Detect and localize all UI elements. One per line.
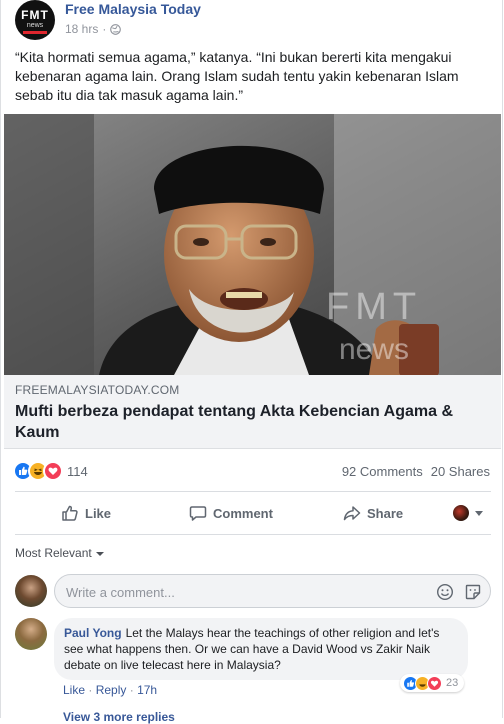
- like-label: Like: [85, 505, 112, 521]
- caret-down-icon: [95, 552, 104, 556]
- comment-meta: Like · Reply · 17h: [63, 683, 157, 697]
- comment-reply-link[interactable]: Reply: [96, 683, 127, 697]
- comment-bubble: Paul Yong Let the Malays hear the teachin…: [54, 618, 468, 692]
- comment-sort-dropdown[interactable]: Most Relevant: [15, 546, 104, 560]
- page-avatar[interactable]: FMT news: [15, 0, 55, 40]
- comment-icon: [189, 506, 207, 521]
- meta-separator: ·: [102, 22, 107, 36]
- link-preview-box[interactable]: FREEMALAYSIATODAY.COM Mufti berbeza pend…: [4, 375, 501, 449]
- chevron-down-icon: [475, 510, 483, 516]
- like-button[interactable]: Like: [61, 504, 111, 522]
- comment-button[interactable]: Comment: [189, 504, 273, 522]
- emoji-icon[interactable]: [436, 583, 454, 601]
- sort-label: Most Relevant: [15, 546, 92, 560]
- link-domain: FREEMALAYSIATODAY.COM: [15, 383, 180, 397]
- share-button[interactable]: Share: [343, 504, 403, 522]
- view-more-replies-link[interactable]: View 3 more replies: [63, 710, 175, 724]
- comment-time[interactable]: 17h: [137, 683, 157, 697]
- current-user-avatar[interactable]: [15, 575, 47, 607]
- reaction-summary[interactable]: 114: [13, 461, 88, 481]
- comment-reaction-summary[interactable]: 23: [400, 674, 465, 692]
- post-card: FMT news Free Malaysia Today 18 hrs · “K…: [0, 0, 503, 724]
- meta-separator: ·: [129, 683, 134, 697]
- link-title[interactable]: Mufti berbeza pendapat tentang Akta Kebe…: [15, 401, 485, 443]
- comment-placeholder: Write a comment...: [66, 585, 175, 600]
- logo-news: news: [26, 22, 44, 29]
- mufti-photo: FMT news: [4, 114, 501, 375]
- globe-icon[interactable]: [110, 23, 122, 35]
- profile-avatar-small: [453, 505, 469, 521]
- reaction-count: 114: [67, 463, 88, 479]
- logo-strip: [23, 31, 47, 34]
- thumbs-up-icon: [62, 505, 78, 521]
- divider-top: [15, 491, 491, 492]
- watermark-news: news: [339, 333, 409, 366]
- action-bar: Like Comment Share: [15, 496, 491, 530]
- comment-label: Comment: [213, 505, 273, 521]
- divider-bottom: [15, 534, 491, 535]
- comment-like-link[interactable]: Like: [63, 683, 85, 697]
- share-arrow-icon: [343, 506, 361, 521]
- love-reaction-icon: [427, 675, 442, 691]
- post-time[interactable]: 18 hrs: [65, 22, 98, 36]
- engagement-counts: 92 Comments 20 Shares: [342, 464, 490, 479]
- post-text: “Kita hormati semua agama,” katanya. “In…: [15, 49, 459, 103]
- link-preview-image[interactable]: FMT news: [4, 114, 501, 375]
- post-header: FMT news Free Malaysia Today 18 hrs ·: [15, 0, 485, 40]
- react-as-selector[interactable]: [453, 505, 483, 521]
- share-label: Share: [367, 505, 404, 521]
- logo-fmt: FMT: [21, 8, 49, 22]
- sticker-icon[interactable]: [464, 583, 482, 601]
- comment-author-link[interactable]: Paul Yong: [64, 626, 122, 640]
- shares-count-link[interactable]: 20 Shares: [431, 464, 490, 479]
- commenter-avatar[interactable]: [15, 618, 47, 650]
- meta-separator: ·: [88, 683, 93, 697]
- page-name-link[interactable]: Free Malaysia Today: [65, 1, 201, 17]
- comment-body: Paul Yong Let the Malays hear the teachin…: [64, 625, 460, 673]
- comment-reaction-count: 23: [446, 677, 459, 689]
- comments-count-link[interactable]: 92 Comments: [342, 464, 423, 479]
- comment-input[interactable]: Write a comment...: [54, 574, 491, 608]
- post-meta: 18 hrs ·: [65, 22, 122, 36]
- watermark-fmt: FMT: [326, 286, 422, 328]
- love-reaction-icon: [43, 461, 63, 481]
